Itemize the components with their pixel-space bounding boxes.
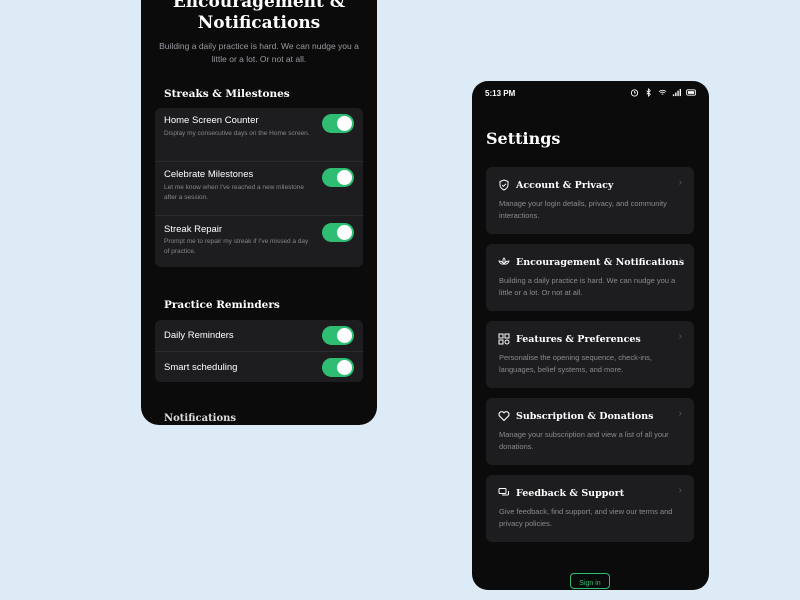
toggle-knob [337,328,352,343]
row-title: Celebrate Milestones [164,169,254,180]
settings-item-description: Building a daily practice is hard. We ca… [499,276,676,297]
row-title: Daily Reminders [164,330,234,341]
toggle-knob [337,360,352,375]
settings-item-feedback-support[interactable]: Feedback & Support Give feedback, find s… [486,475,694,542]
home-screen-counter-toggle[interactable] [322,114,354,133]
daily-reminders-toggle[interactable] [322,326,354,345]
settings-item-title: Feedback & Support [516,488,625,499]
settings-item-description: Personalise the opening sequence, check-… [499,353,653,374]
daily-reminders-row[interactable]: Daily Reminders [155,320,363,352]
lotus-icon [498,257,510,265]
status-time: 5:13 PM [485,89,516,98]
settings-item-encouragement-notifications[interactable]: Encouragement & Notifications Building a… [486,244,694,311]
page-title: Settings [486,129,561,148]
celebrate-milestones-toggle[interactable] [322,168,354,187]
row-title: Home Screen Counter [164,115,259,126]
streaks-card: Home Screen Counter Display my consecuti… [155,108,363,267]
alarm-icon [630,89,639,97]
toggle-knob [337,116,352,131]
signal-icon [672,88,681,97]
toggle-knob [337,225,352,240]
chevron-right-icon: › [678,177,682,188]
section-heading-streaks: Streaks & Milestones [164,88,290,100]
encouragement-screen: Encouragement & Notifications Building a… [141,0,377,425]
row-title: Streak Repair [164,224,223,235]
page-title: Encouragement & Notifications [172,0,346,33]
row-title: Smart scheduling [164,362,238,373]
chevron-right-icon: › [678,331,682,342]
row-description: Display my consecutive days on the Home … [164,130,310,137]
settings-item-account-privacy[interactable]: Account & Privacy Manage your login deta… [486,167,694,234]
celebrate-milestones-row[interactable]: Celebrate Milestones Let me know when I'… [155,162,363,216]
chevron-right-icon: › [678,485,682,496]
wifi-icon [658,89,667,95]
settings-item-description: Manage your login details, privacy, and … [499,199,667,220]
chevron-right-icon: › [678,254,682,265]
settings-item-title: Subscription & Donations [516,411,654,422]
status-bar-icons [630,88,697,97]
home-screen-counter-row[interactable]: Home Screen Counter Display my consecuti… [155,108,363,162]
streak-repair-toggle[interactable] [322,223,354,242]
toggle-knob [337,170,352,185]
row-description: Let me know when I've reached a new mile… [164,184,304,201]
settings-item-title: Features & Preferences [516,334,641,345]
settings-item-features-preferences[interactable]: Features & Preferences Personalise the o… [486,321,694,388]
reminders-card: Daily Reminders Smart scheduling [155,320,363,382]
shield-icon [499,179,509,191]
chat-icon [498,488,509,496]
section-heading-reminders: Practice Reminders [164,299,280,311]
settings-item-description: Manage your subscription and view a list… [499,430,669,451]
battery-icon [686,89,696,96]
sign-in-button[interactable]: Sign in [570,573,610,589]
chevron-right-icon: › [678,408,682,419]
settings-item-title: Encouragement & Notifications [516,257,685,268]
settings-item-description: Give feedback, find support, and view ou… [499,507,673,528]
grid-icon [498,333,510,345]
smart-scheduling-toggle[interactable] [322,358,354,377]
settings-item-title: Account & Privacy [516,180,614,191]
page-subtitle: Building a daily practice is hard. We ca… [159,41,359,64]
smart-scheduling-row[interactable]: Smart scheduling [155,352,363,383]
bluetooth-icon [646,88,651,97]
heart-icon [498,411,510,422]
settings-screen: 5:13 PM Settings Account & Privacy Manag… [472,81,709,590]
settings-item-subscription-donations[interactable]: Subscription & Donations Manage your sub… [486,398,694,465]
streak-repair-row[interactable]: Streak Repair Prompt me to repair my str… [155,216,363,269]
row-description: Prompt me to repair my streak if I've mi… [164,238,309,255]
section-heading-notifications: Notifications [164,413,237,424]
